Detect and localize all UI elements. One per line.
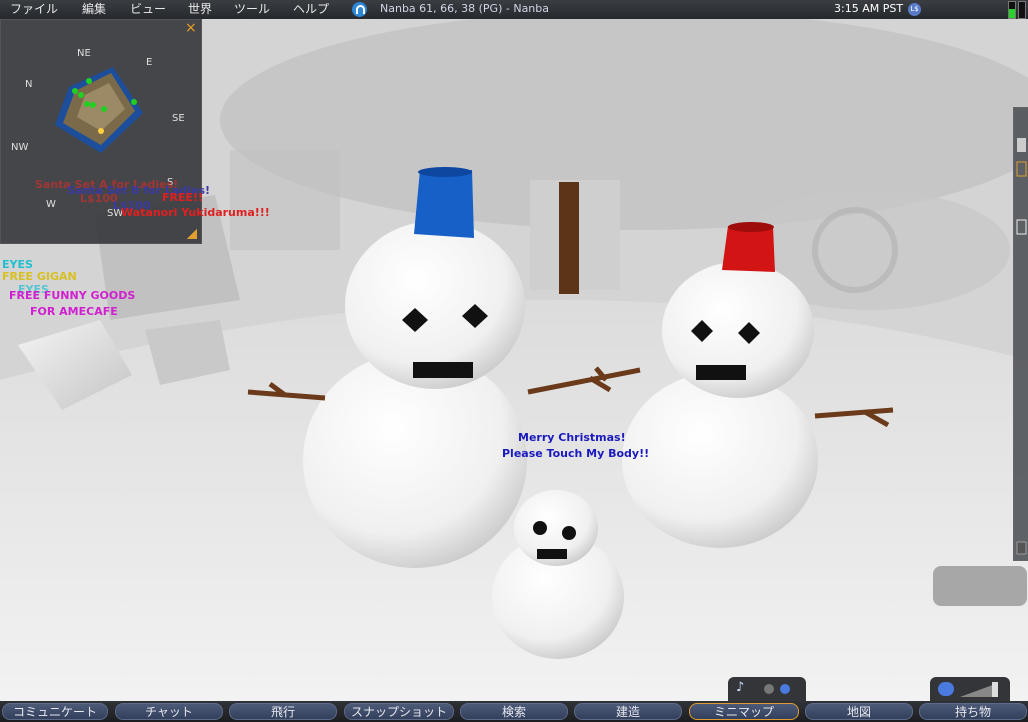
compass-n: N: [25, 79, 33, 90]
menu-file[interactable]: ファイル: [10, 1, 58, 18]
bottom-toolbar: コミュニケート チャット 飛行 スナップショット 検索 建造 ミニマップ 地図 …: [0, 701, 1028, 722]
speaker-icon[interactable]: [938, 682, 954, 696]
resize-handle-icon[interactable]: [187, 229, 197, 239]
play-icon[interactable]: [780, 684, 790, 694]
label-free: FREE!!: [162, 191, 204, 204]
label-for-amecafe: FOR AMECAFE: [30, 305, 118, 318]
label-free-gigan: FREE GIGAN: [2, 270, 77, 283]
minimap-button[interactable]: ミニマップ: [689, 703, 799, 720]
side-panel-controls: [1016, 138, 1027, 555]
media-controls: ♪: [728, 677, 806, 701]
menu-edit[interactable]: 編集: [82, 1, 106, 18]
close-icon[interactable]: ×: [185, 21, 197, 35]
voice-icon[interactable]: [352, 2, 367, 17]
packet-loss-meter[interactable]: [1018, 1, 1026, 19]
map-button[interactable]: 地図: [805, 703, 913, 720]
chat-button[interactable]: チャット: [115, 703, 223, 720]
volume-slider[interactable]: [960, 681, 1000, 698]
volume-controls: [930, 677, 1010, 701]
linden-dollar-icon[interactable]: L$: [908, 3, 921, 16]
search-button[interactable]: 検索: [460, 703, 568, 720]
compass-nw: NW: [11, 142, 29, 153]
fly-button[interactable]: 飛行: [229, 703, 337, 720]
side-panel-tab[interactable]: [1013, 107, 1028, 561]
label-free-funny-goods: FREE FUNNY GOODS: [9, 289, 136, 302]
menu-bar: ファイル 編集 ビュー 世界 ツール ヘルプ Nanba 61, 66, 38 …: [0, 0, 1028, 19]
compass-e: E: [146, 57, 153, 68]
compass-se: SE: [172, 113, 185, 124]
snapshot-button[interactable]: スナップショット: [344, 703, 454, 720]
clock: 3:15 AM PST: [834, 2, 904, 15]
bandwidth-fill: [1009, 9, 1015, 18]
label-watanori: Watanori Yukidaruma!!!: [121, 206, 270, 219]
communicate-button[interactable]: コミュニケート: [2, 703, 108, 720]
stop-icon[interactable]: [764, 684, 774, 694]
menu-world[interactable]: 世界: [188, 1, 212, 18]
music-note-icon[interactable]: ♪: [736, 680, 744, 695]
compass-ne: NE: [77, 48, 91, 59]
compass-w: W: [46, 199, 56, 210]
menu-view[interactable]: ビュー: [130, 1, 166, 18]
menu-help[interactable]: ヘルプ: [293, 1, 329, 18]
bandwidth-meter[interactable]: [1008, 1, 1016, 19]
minimap-terrain: [55, 67, 143, 153]
menu-tools[interactable]: ツール: [234, 1, 270, 18]
label-please-touch: Please Touch My Body!!: [502, 447, 650, 460]
build-button[interactable]: 建造: [574, 703, 682, 720]
location-text[interactable]: Nanba 61, 66, 38 (PG) - Nanba: [380, 0, 549, 18]
nearby-chat-bubble[interactable]: [933, 566, 1027, 606]
inventory-button[interactable]: 持ち物: [919, 703, 1027, 720]
label-merry-christmas: Merry Christmas!: [518, 431, 626, 444]
